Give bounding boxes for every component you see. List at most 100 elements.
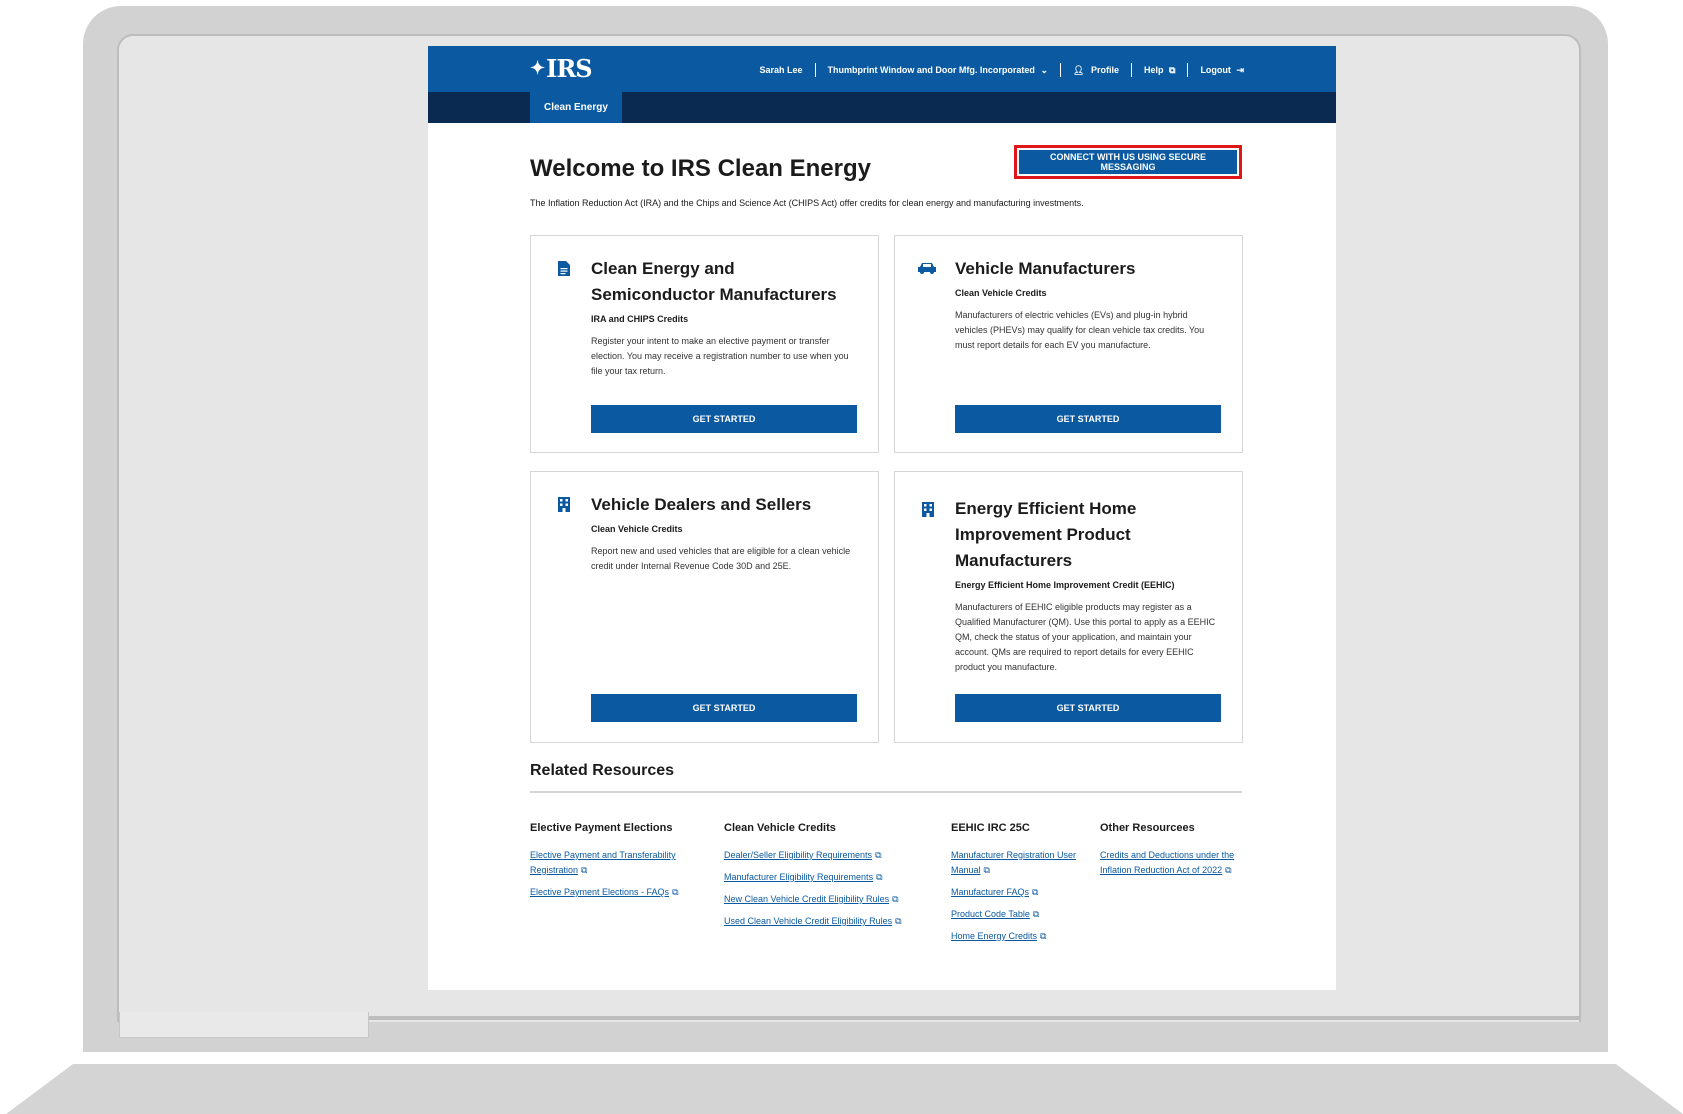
resource-link[interactable]: Manufacturer Registration User Manual ⧉ — [951, 848, 1077, 878]
external-link-icon: ⧉ — [892, 894, 899, 904]
card-subtitle: Energy Efficient Home Improvement Credit… — [955, 580, 1175, 590]
external-link-icon: ⧉ — [672, 887, 679, 897]
card-description: Manufacturers of EEHIC eligible products… — [955, 602, 1216, 672]
utility-nav: Sarah Lee Thumbprint Window and Door Mfg… — [759, 63, 1244, 77]
help-link[interactable]: Help ⧉ — [1144, 65, 1175, 76]
nav-divider — [814, 63, 816, 77]
document-icon — [557, 260, 571, 276]
external-link-icon: ⧉ — [1225, 865, 1232, 875]
laptop-base — [6, 1064, 1683, 1114]
irs-logo[interactable]: ✦ IRS — [530, 54, 593, 83]
external-link-icon: ⧉ — [876, 872, 883, 882]
resource-link[interactable]: Used Clean Vehicle Credit Eligibility Ru… — [724, 914, 924, 929]
resource-link-text: Used Clean Vehicle Credit Eligibility Ru… — [724, 916, 893, 926]
resource-column-eehic: EEHIC IRC 25C Manufacturer Registration … — [951, 822, 1077, 951]
building-icon — [557, 496, 571, 512]
user-name: Sarah Lee — [759, 65, 803, 75]
external-link-icon: ⧉ — [1169, 64, 1176, 75]
resource-link-text: Dealer/Seller Eligibility Requirements — [724, 850, 873, 860]
chevron-down-icon: ⌄ — [1040, 64, 1048, 75]
intro-text: The Inflation Reduction Act (IRA) and th… — [530, 198, 1084, 208]
resource-link-text: New Clean Vehicle Credit Eligibility Rul… — [724, 894, 890, 904]
resource-link-text: Product Code Table — [951, 909, 1030, 919]
page-title: Welcome to IRS Clean Energy — [530, 155, 871, 182]
card-title: Energy Efficient Home Improvement Produc… — [955, 499, 1137, 570]
resource-column-heading: Clean Vehicle Credits — [724, 822, 836, 834]
resource-column-clean-vehicle: Clean Vehicle Credits Dealer/Seller Elig… — [724, 822, 924, 936]
card-description: Report new and used vehicles that are el… — [591, 546, 851, 571]
resource-link[interactable]: Elective Payment and Transferability Reg… — [530, 848, 700, 878]
logo-text: IRS — [546, 54, 593, 83]
resource-link[interactable]: Manufacturer Eligibility Requirements ⧉ — [724, 870, 924, 885]
external-link-icon: ⧉ — [1032, 887, 1039, 897]
sub-navigation-bar: Clean Energy — [428, 92, 1336, 123]
secure-messaging-button[interactable]: CONNECT WITH US USING SECURE MESSAGING — [1019, 150, 1237, 174]
card-vehicle-manufacturers: Vehicle Manufacturers Clean Vehicle Cred… — [894, 235, 1243, 453]
resource-link-text: Home Energy Credits — [951, 931, 1038, 941]
organization-dropdown[interactable]: Thumbprint Window and Door Mfg. Incorpor… — [828, 65, 1048, 76]
secure-messaging-highlight: CONNECT WITH US USING SECURE MESSAGING — [1014, 145, 1242, 179]
logout-icon: ⇥ — [1236, 64, 1244, 75]
profile-link[interactable]: 👤︎ Profile — [1073, 65, 1119, 76]
card-vehicle-dealers-sellers: Vehicle Dealers and Sellers Clean Vehicl… — [530, 471, 879, 743]
get-started-button[interactable]: GET STARTED — [955, 694, 1221, 722]
card-description: Manufacturers of electric vehicles (EVs)… — [955, 310, 1205, 350]
resource-link[interactable]: Credits and Deductions under the Inflati… — [1100, 848, 1250, 878]
card-body: Vehicle Dealers and Sellers Clean Vehicl… — [591, 492, 858, 574]
card-title: Vehicle Manufacturers — [955, 259, 1136, 278]
nav-divider — [1187, 63, 1189, 77]
eagle-icon: ✦ — [530, 58, 545, 79]
resource-link-text: Credits and Deductions under the Inflati… — [1100, 850, 1235, 875]
resource-link[interactable]: Product Code Table ⧉ — [951, 907, 1077, 922]
person-icon: 👤︎ — [1073, 64, 1085, 75]
nav-divider — [1060, 63, 1061, 77]
logout-label: Logout — [1200, 64, 1231, 75]
organization-name: Thumbprint Window and Door Mfg. Incorpor… — [827, 64, 1035, 75]
card-clean-energy-semiconductor: Clean Energy and Semiconductor Manufactu… — [530, 235, 879, 453]
get-started-button[interactable]: GET STARTED — [955, 405, 1221, 433]
resource-link[interactable]: Manufacturer FAQs ⧉ — [951, 885, 1077, 900]
card-subtitle: Clean Vehicle Credits — [955, 288, 1047, 298]
external-link-icon: ⧉ — [1032, 909, 1040, 919]
nav-divider — [1130, 63, 1132, 77]
get-started-button[interactable]: GET STARTED — [591, 405, 857, 433]
resource-link-text: Manufacturer Registration User Manual — [951, 850, 1077, 875]
card-title: Clean Energy and Semiconductor Manufactu… — [591, 259, 837, 304]
resource-link[interactable]: Home Energy Credits ⧉ — [951, 929, 1077, 944]
help-label: Help — [1143, 64, 1164, 75]
resource-link[interactable]: Dealer/Seller Eligibility Requirements ⧉ — [724, 848, 924, 863]
resource-link-text: Elective Payment Elections - FAQs — [530, 887, 670, 897]
screen-taskbar-tab — [119, 1012, 369, 1038]
resources-divider — [530, 791, 1242, 793]
resource-column-heading: Elective Payment Elections — [530, 822, 673, 834]
resource-column-heading: Other Resourcees — [1100, 822, 1195, 834]
card-energy-efficient-home: Energy Efficient Home Improvement Produc… — [894, 471, 1243, 743]
card-body: Vehicle Manufacturers Clean Vehicle Cred… — [955, 256, 1222, 353]
external-link-icon: ⧉ — [1040, 931, 1047, 941]
resource-column-other: Other Resourcees Credits and Deductions … — [1100, 822, 1250, 885]
related-resources-title: Related Resources — [530, 762, 675, 779]
car-icon — [917, 260, 937, 276]
card-subtitle: Clean Vehicle Credits — [591, 524, 683, 534]
external-link-icon: ⧉ — [895, 916, 902, 926]
external-link-icon: ⧉ — [983, 865, 990, 875]
get-started-button[interactable]: GET STARTED — [591, 694, 857, 722]
card-description: Register your intent to make an elective… — [591, 336, 849, 376]
welcome-row: Welcome to IRS Clean Energy CONNECT WITH… — [530, 123, 1243, 197]
resource-link[interactable]: New Clean Vehicle Credit Eligibility Rul… — [724, 892, 924, 907]
tab-clean-energy[interactable]: Clean Energy — [530, 92, 622, 123]
building-icon — [921, 501, 935, 517]
card-subtitle: IRA and CHIPS Credits — [591, 314, 689, 324]
profile-label: Profile — [1090, 64, 1119, 75]
resource-link-text: Manufacturer Eligibility Requirements — [724, 872, 874, 882]
card-body: Energy Efficient Home Improvement Produc… — [955, 496, 1222, 675]
external-link-icon: ⧉ — [875, 850, 882, 860]
resource-link[interactable]: Elective Payment Elections - FAQs ⧉ — [530, 885, 700, 900]
main-content: Welcome to IRS Clean Energy CONNECT WITH… — [530, 123, 1243, 197]
external-link-icon: ⧉ — [581, 865, 588, 875]
resource-column-elective-payment: Elective Payment Elections Elective Paym… — [530, 822, 700, 907]
resource-link-text: Elective Payment and Transferability Reg… — [530, 850, 676, 875]
logout-link[interactable]: Logout ⇥ — [1200, 65, 1244, 76]
card-body: Clean Energy and Semiconductor Manufactu… — [591, 256, 858, 379]
resource-column-heading: EEHIC IRC 25C — [951, 822, 1030, 834]
